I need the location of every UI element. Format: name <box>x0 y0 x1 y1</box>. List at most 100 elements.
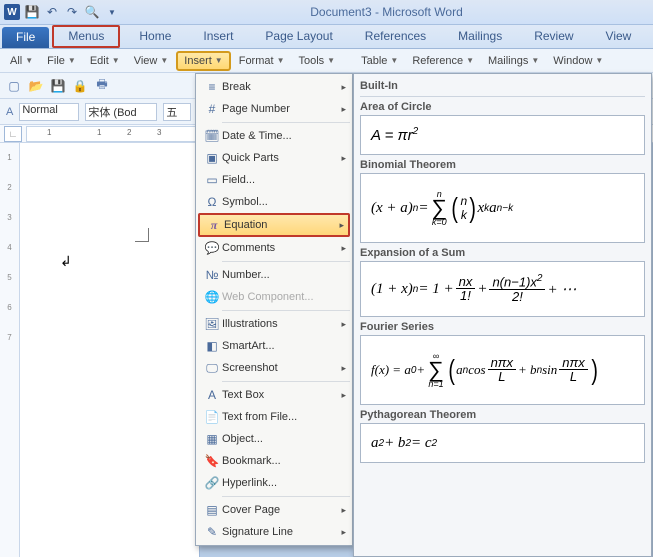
tab-page-layout[interactable]: Page Layout <box>249 25 348 48</box>
menu-reference[interactable]: Reference▼ <box>406 53 480 69</box>
page-break-icon: ≡ <box>202 80 222 94</box>
qat-more-icon[interactable]: ▼ <box>104 4 120 20</box>
window-title: Document3 - Microsoft Word <box>124 5 649 19</box>
menu-item-screenshot[interactable]: 🖵Screenshot▸ <box>198 357 350 379</box>
menu-item-signature-line[interactable]: ✎Signature Line▸ <box>198 521 350 543</box>
print-preview-icon[interactable]: 🔍 <box>84 4 100 20</box>
number-icon: № <box>202 268 222 282</box>
menu-all[interactable]: All▼ <box>4 53 39 69</box>
redo-icon[interactable]: ↷ <box>64 4 80 20</box>
tab-view[interactable]: View <box>590 25 648 48</box>
page-corner-mark <box>135 228 149 242</box>
menu-item-date-time[interactable]: 🗓Date & Time... <box>198 125 350 147</box>
ruler-tick: 1 <box>47 128 51 137</box>
equation-gallery: Built-In Area of Circle A = πr2 Binomial… <box>353 73 652 557</box>
comments-icon: 💬 <box>202 241 222 255</box>
ruler-tick: 1 <box>97 128 101 137</box>
text-file-icon: 📄 <box>202 410 222 424</box>
menu-item-break[interactable]: ≡Break▸ <box>198 76 350 98</box>
menu-window[interactable]: Window▼ <box>547 53 609 69</box>
tab-menus[interactable]: Menus <box>52 25 120 48</box>
smartart-icon: ◧ <box>202 339 222 353</box>
date-icon: 🗓 <box>202 129 222 143</box>
menu-item-field[interactable]: ▭Field... <box>198 169 350 191</box>
menu-item-bookmark[interactable]: 🔖Bookmark... <box>198 450 350 472</box>
menu-mailings[interactable]: Mailings▼ <box>482 53 545 69</box>
bookmark-icon: 🔖 <box>202 454 222 468</box>
tab-selector[interactable]: ∟ <box>4 126 22 142</box>
tab-references[interactable]: References <box>349 25 442 48</box>
equation-binomial-theorem[interactable]: (x + a)n = n∑k=0 (nk) xkan−k <box>360 173 645 243</box>
signature-icon: ✎ <box>202 525 222 539</box>
classic-menu-bar: All▼ File▼ Edit▼ View▼ Insert▼ Format▼ T… <box>0 49 653 73</box>
insert-menu: ≡Break▸ #Page Number▸ 🗓Date & Time... ▣Q… <box>195 73 353 546</box>
link-icon: 🔗 <box>202 476 222 490</box>
equation-expansion-of-sum[interactable]: (1 + x)n = 1 + nx1! + n(n−1)x22! + ⋯ <box>360 261 645 317</box>
open-icon[interactable]: 📂 <box>28 78 44 94</box>
field-icon: ▭ <box>202 173 222 187</box>
menu-item-equation[interactable]: πEquation▸ <box>198 213 350 237</box>
gallery-header: Built-In <box>360 78 645 97</box>
menu-item-symbol[interactable]: ΩSymbol... <box>198 191 350 213</box>
equation-label: Binomial Theorem <box>360 159 645 171</box>
menu-view[interactable]: View▼ <box>128 53 175 69</box>
symbol-icon: Ω <box>202 195 222 209</box>
page-number-icon: # <box>202 102 222 116</box>
menu-item-text-box[interactable]: AText Box▸ <box>198 384 350 406</box>
menu-item-cover-page[interactable]: ▤Cover Page▸ <box>198 499 350 521</box>
menu-item-comments[interactable]: 💬Comments▸ <box>198 237 350 259</box>
undo-icon[interactable]: ↶ <box>44 4 60 20</box>
new-icon[interactable]: ▢ <box>6 78 22 94</box>
menu-item-web-component: 🌐Web Component... <box>198 286 350 308</box>
permission-icon[interactable]: 🔒 <box>72 78 88 94</box>
tab-insert[interactable]: Insert <box>187 25 249 48</box>
vertical-ruler: 123 456 7 <box>0 143 20 557</box>
quick-parts-icon: ▣ <box>202 151 222 165</box>
object-icon: ▦ <box>202 432 222 446</box>
menu-item-quick-parts[interactable]: ▣Quick Parts▸ <box>198 147 350 169</box>
equation-area-of-circle[interactable]: A = πr2 <box>360 115 645 155</box>
tab-file[interactable]: File <box>2 27 49 48</box>
equation-label: Pythagorean Theorem <box>360 409 645 421</box>
save-icon[interactable]: 💾 <box>24 4 40 20</box>
menu-format[interactable]: Format▼ <box>233 53 291 69</box>
equation-pythagorean-theorem[interactable]: a2 + b2 = c2 <box>360 423 645 463</box>
title-bar: W 💾 ↶ ↷ 🔍 ▼ Document3 - Microsoft Word <box>0 0 653 25</box>
font-select[interactable]: 宋体 (Bod <box>85 103 157 121</box>
tab-mailings[interactable]: Mailings <box>442 25 518 48</box>
style-icon[interactable]: A <box>6 106 13 118</box>
equation-label: Expansion of a Sum <box>360 247 645 259</box>
menu-insert[interactable]: Insert▼ <box>176 51 230 71</box>
tab-home[interactable]: Home <box>123 25 187 48</box>
screenshot-icon: 🖵 <box>202 361 222 376</box>
save-icon[interactable]: 💾 <box>50 78 66 94</box>
web-icon: 🌐 <box>202 290 222 304</box>
menu-item-text-from-file[interactable]: 📄Text from File... <box>198 406 350 428</box>
size-select[interactable]: 五 <box>163 103 191 121</box>
menu-file[interactable]: File▼ <box>41 53 82 69</box>
equation-label: Fourier Series <box>360 321 645 333</box>
menu-tools[interactable]: Tools▼ <box>292 53 341 69</box>
picture-icon: 🖼 <box>202 317 222 331</box>
tab-review[interactable]: Review <box>518 25 589 48</box>
cover-icon: ▤ <box>202 503 222 517</box>
equation-fourier-series[interactable]: f(x) = a0 + ∞∑n=1 (an cos nπxL + bn sin … <box>360 335 645 405</box>
menu-edit[interactable]: Edit▼ <box>84 53 126 69</box>
menu-item-page-number[interactable]: #Page Number▸ <box>198 98 350 120</box>
app-icon: W <box>4 4 20 20</box>
style-select[interactable]: Normal <box>19 103 79 121</box>
cursor-position: ↲ <box>60 253 72 270</box>
print-icon[interactable]: 🖶 <box>94 78 110 94</box>
ruler-tick: 2 <box>127 128 131 137</box>
menu-item-hyperlink[interactable]: 🔗Hyperlink... <box>198 472 350 494</box>
menu-item-number[interactable]: №Number... <box>198 264 350 286</box>
menu-table[interactable]: Table▼ <box>355 53 404 69</box>
text-box-icon: A <box>202 388 222 402</box>
document-page[interactable]: ↲ <box>20 143 200 557</box>
menu-item-smartart[interactable]: ◧SmartArt... <box>198 335 350 357</box>
equation-icon: π <box>204 218 224 233</box>
quick-access-toolbar: 💾 ↶ ↷ 🔍 ▼ <box>24 4 120 20</box>
ruler-tick: 3 <box>157 128 161 137</box>
menu-item-illustrations[interactable]: 🖼Illustrations▸ <box>198 313 350 335</box>
menu-item-object[interactable]: ▦Object... <box>198 428 350 450</box>
